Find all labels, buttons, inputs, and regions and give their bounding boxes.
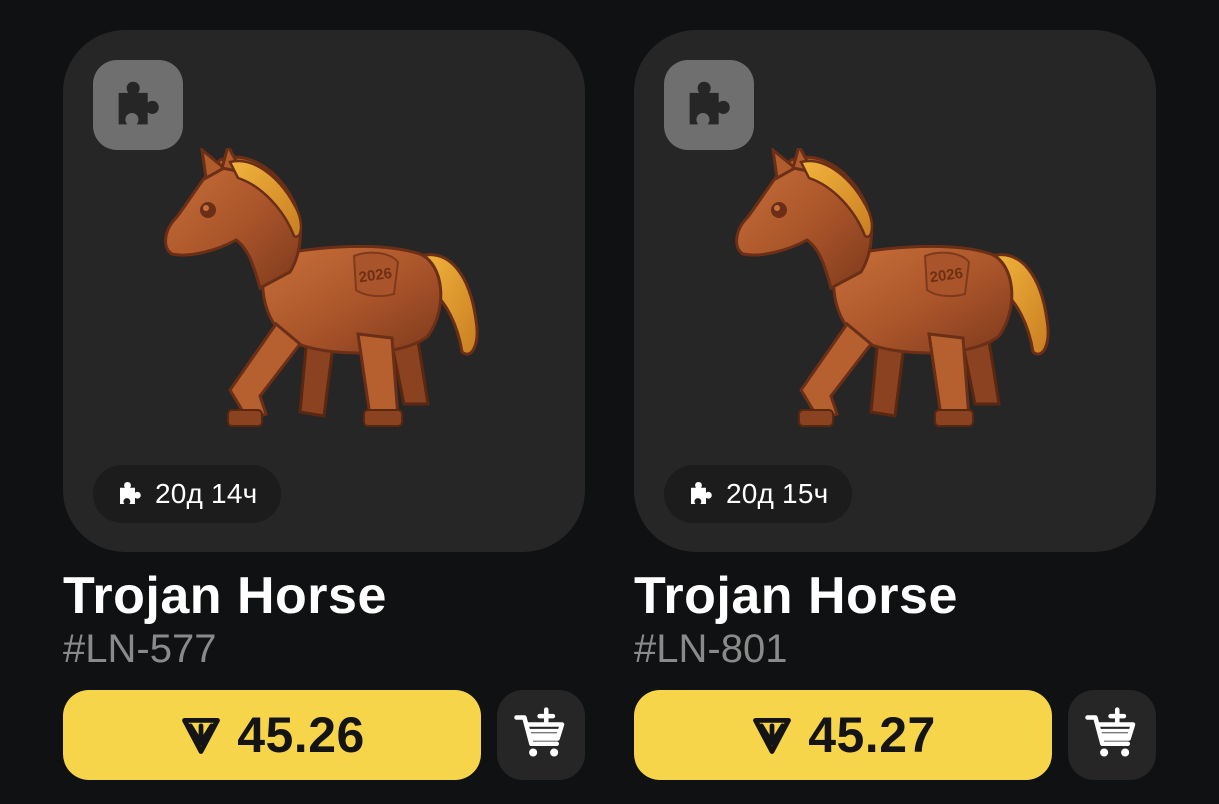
trojan-horse-image: 2026: [158, 148, 488, 448]
buy-price-button[interactable]: 45.27: [634, 690, 1052, 780]
gift-thumbnail[interactable]: 2026 20д 15ч: [634, 30, 1156, 552]
timer-text: 20д 15ч: [726, 478, 829, 509]
gift-thumbnail[interactable]: 2026 20д 14ч: [63, 30, 585, 552]
add-to-cart-button[interactable]: [1068, 690, 1156, 780]
gift-card[interactable]: 2026 20д 15ч Trojan Horse #LN-801 45.27: [634, 30, 1156, 780]
add-to-cart-button[interactable]: [497, 690, 585, 780]
unlock-timer: 20д 14ч: [93, 465, 282, 523]
add-to-cart-icon: [1084, 707, 1140, 763]
puzzle-icon: [686, 479, 716, 509]
puzzle-icon: [115, 479, 145, 509]
puzzle-badge-button[interactable]: [664, 60, 754, 150]
buy-price-button[interactable]: 45.26: [63, 690, 481, 780]
trojan-horse-image: 2026: [729, 148, 1059, 448]
ton-icon: [179, 713, 223, 757]
puzzle-icon: [109, 76, 167, 134]
unlock-timer: 20д 15ч: [664, 465, 853, 523]
gift-card[interactable]: 2026 20д 14ч Trojan Horse #LN-577 45.26: [63, 30, 585, 780]
card-actions: 45.26: [63, 690, 585, 780]
ton-icon: [750, 713, 794, 757]
gift-title: Trojan Horse: [63, 567, 387, 625]
timer-text: 20д 14ч: [155, 478, 258, 509]
price-value: 45.26: [237, 707, 365, 763]
puzzle-icon: [680, 76, 738, 134]
gift-title: Trojan Horse: [634, 567, 958, 625]
add-to-cart-icon: [513, 707, 569, 763]
gift-serial: #LN-801: [634, 627, 788, 671]
puzzle-badge-button[interactable]: [93, 60, 183, 150]
card-actions: 45.27: [634, 690, 1156, 780]
gift-serial: #LN-577: [63, 627, 217, 671]
price-value: 45.27: [808, 707, 936, 763]
